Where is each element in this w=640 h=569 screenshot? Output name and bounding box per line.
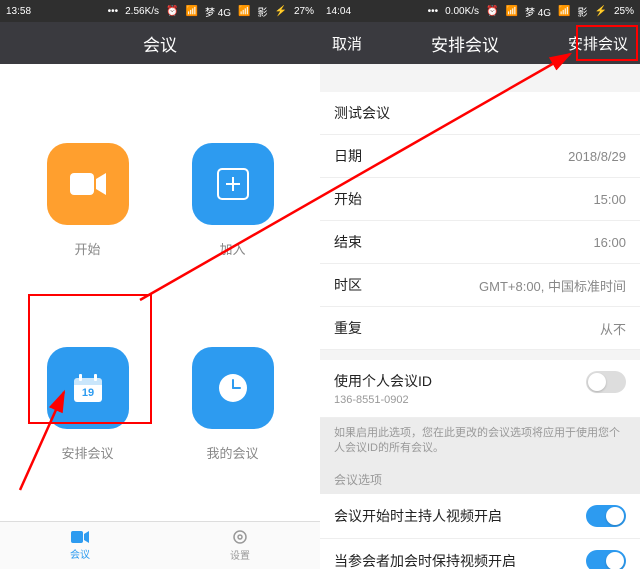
page-title: 安排会议	[362, 31, 568, 56]
header: 会议	[0, 22, 320, 64]
phone-left: 13:58 ••• 2.56K/s ⏰📶 梦 4G 📶 影 ⚡ 27% 会议 开…	[0, 0, 320, 569]
statusbar: 14:04 ••• 0.00K/s ⏰📶 梦 4G 📶 影 ⚡ 25%	[320, 0, 640, 22]
bottom-nav: 会议 设置	[0, 521, 320, 569]
row-participant-video[interactable]: 当参会者加会时保持视频开启	[320, 539, 640, 569]
cancel-button[interactable]: 取消	[332, 33, 362, 54]
row-timezone[interactable]: 时区 GMT+8:00, 中国标准时间	[320, 264, 640, 307]
toggle-participant-video[interactable]	[586, 550, 626, 569]
tile-label: 加入	[219, 239, 245, 258]
row-pmi[interactable]: 使用个人会议ID 136-8551-0902	[320, 360, 640, 418]
meeting-name: 测试会议	[334, 103, 390, 123]
clock-icon	[192, 347, 274, 429]
nav-meeting[interactable]: 会议	[0, 522, 160, 569]
row-repeat[interactable]: 重复 从不	[320, 307, 640, 350]
video-icon	[71, 530, 89, 544]
header: 取消 安排会议 安排会议	[320, 22, 640, 64]
nav-settings[interactable]: 设置	[160, 522, 320, 569]
svg-text:19: 19	[81, 387, 93, 399]
settings-list: 测试会议 日期 2018/8/29 开始 15:00 结束 16:00 时区 G…	[320, 64, 640, 569]
tile-start[interactable]: 开始	[20, 104, 155, 298]
row-end[interactable]: 结束 16:00	[320, 221, 640, 264]
time: 13:58	[6, 6, 31, 17]
plus-icon	[192, 143, 274, 225]
video-icon	[47, 143, 129, 225]
tile-label: 我的会议	[206, 443, 258, 462]
toggle-host-video[interactable]	[586, 505, 626, 527]
row-host-video[interactable]: 会议开始时主持人视频开启	[320, 494, 640, 539]
row-meeting-name[interactable]: 测试会议	[320, 92, 640, 135]
section-options: 会议选项	[320, 465, 640, 494]
tile-label: 开始	[74, 239, 100, 258]
tile-join[interactable]: 加入	[165, 104, 300, 298]
confirm-button[interactable]: 安排会议	[568, 33, 628, 54]
gear-icon	[232, 529, 248, 545]
time: 14:04	[326, 6, 351, 17]
toggle-pmi[interactable]	[586, 371, 626, 393]
tile-label: 安排会议	[61, 443, 113, 462]
tile-schedule[interactable]: 19 安排会议	[20, 308, 155, 502]
row-start[interactable]: 开始 15:00	[320, 178, 640, 221]
tile-grid: 开始 加入 19 安排会议 我的会议	[0, 64, 320, 521]
row-date[interactable]: 日期 2018/8/29	[320, 135, 640, 178]
page-title: 会议	[143, 31, 177, 56]
statusbar: 13:58 ••• 2.56K/s ⏰📶 梦 4G 📶 影 ⚡ 27%	[0, 0, 320, 22]
calendar-icon: 19	[47, 347, 129, 429]
pmi-helper: 如果启用此选项，您在此更改的会议选项将应用于使用您个人会议ID的所有会议。	[320, 418, 640, 465]
phone-right: 14:04 ••• 0.00K/s ⏰📶 梦 4G 📶 影 ⚡ 25% 取消 安…	[320, 0, 640, 569]
tile-mine[interactable]: 我的会议	[165, 308, 300, 502]
